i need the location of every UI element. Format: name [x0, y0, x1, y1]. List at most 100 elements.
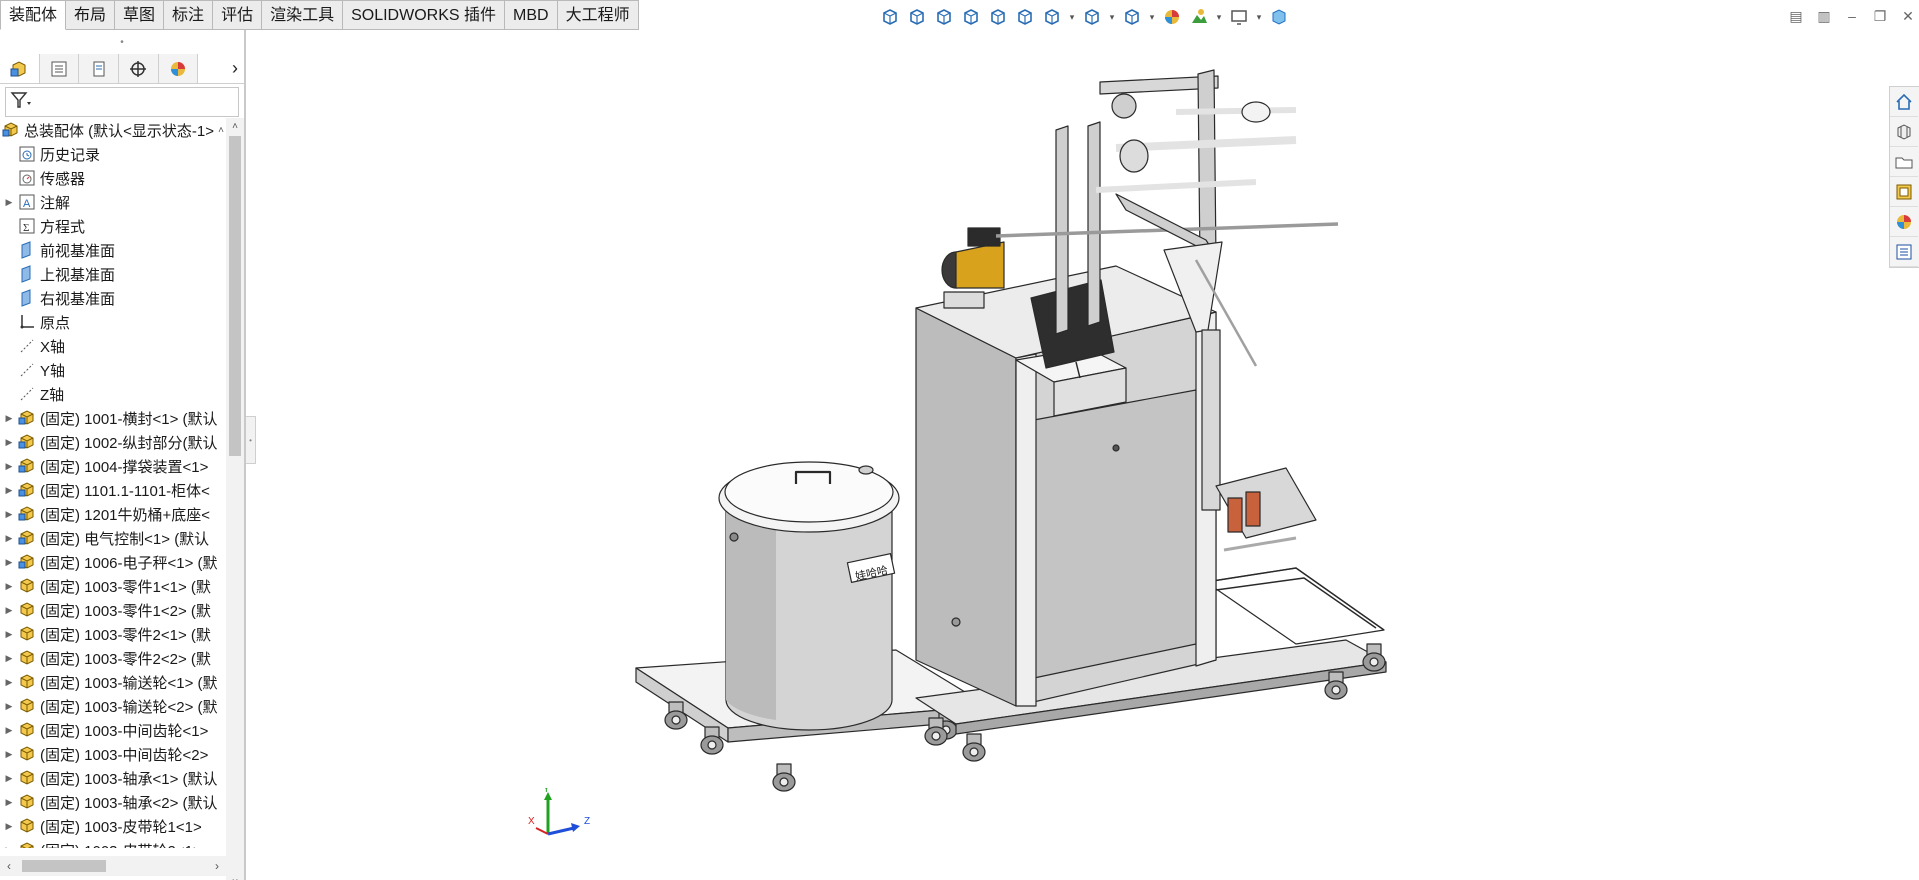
- zoom-to-area-icon[interactable]: [932, 5, 956, 29]
- tree-item[interactable]: Y轴: [0, 358, 226, 382]
- expand-arrow-icon[interactable]: ▶: [0, 413, 18, 424]
- scroll-thumb[interactable]: [229, 136, 241, 456]
- assembly-model[interactable]: 娃哈哈: [256, 30, 1886, 880]
- expand-arrow-icon[interactable]: ▶: [0, 533, 18, 544]
- scroll-thumb-horizontal[interactable]: [22, 860, 106, 872]
- tree-item[interactable]: ▶ (固定) 1002-纵封部分(默认: [0, 430, 226, 454]
- filter-icon[interactable]: [10, 90, 34, 114]
- zoom-to-fit-icon[interactable]: [905, 5, 929, 29]
- scroll-left-icon[interactable]: ‹: [0, 856, 18, 876]
- tile-right-icon[interactable]: ▥: [1813, 6, 1835, 26]
- close-icon[interactable]: ✕: [1897, 6, 1919, 26]
- tree-item[interactable]: ▶ (固定) 1003-轴承<2> (默认: [0, 790, 226, 814]
- tree-item[interactable]: ▶ (固定) 1101.1-1101-柜体<: [0, 478, 226, 502]
- tree-item[interactable]: ▶ (固定) 1003-零件1<1> (默: [0, 574, 226, 598]
- view-settings-icon[interactable]: [1227, 5, 1251, 29]
- tree-item[interactable]: ▶ (固定) 1003-输送轮<2> (默: [0, 694, 226, 718]
- tree-item[interactable]: 右视基准面: [0, 286, 226, 310]
- restore-icon[interactable]: ❐: [1869, 6, 1891, 26]
- tree-root[interactable]: 总装配体 (默认<显示状态-1> ˄: [0, 118, 226, 142]
- tree-item[interactable]: 上视基准面: [0, 262, 226, 286]
- dropdown-caret-icon[interactable]: ▾: [1067, 5, 1077, 29]
- apply-scene-icon[interactable]: [1187, 5, 1211, 29]
- collapse-caret-icon[interactable]: ˄: [218, 125, 226, 136]
- more-tabs-chevron-icon[interactable]: ›: [198, 54, 244, 83]
- expand-arrow-icon[interactable]: ▶: [0, 725, 18, 736]
- tree-item[interactable]: Σ 方程式: [0, 214, 226, 238]
- view-palette-icon[interactable]: [1890, 177, 1918, 207]
- expand-arrow-icon[interactable]: ▶: [0, 509, 18, 520]
- tree-item[interactable]: ▶ (固定) 1003-中间齿轮<2>: [0, 742, 226, 766]
- expand-arrow-icon[interactable]: ▶: [0, 557, 18, 568]
- panel-splitter[interactable]: •: [246, 416, 256, 464]
- tab-7[interactable]: MBD: [505, 0, 558, 30]
- dynamic-annotation-icon[interactable]: [1013, 5, 1037, 29]
- tree-item[interactable]: 历史记录: [0, 142, 226, 166]
- expand-arrow-icon[interactable]: ▶: [0, 845, 18, 849]
- expand-arrow-icon[interactable]: ▶: [0, 581, 18, 592]
- tree-item[interactable]: Z轴: [0, 382, 226, 406]
- scroll-up-icon[interactable]: ˄: [226, 118, 244, 134]
- expand-arrow-icon[interactable]: ▶: [0, 605, 18, 616]
- tab-5[interactable]: 渲染工具: [262, 0, 344, 30]
- section-view-icon[interactable]: [986, 5, 1010, 29]
- tree-item[interactable]: ▶ (固定) 电气控制<1> (默认: [0, 526, 226, 550]
- tree-item[interactable]: ▶ (固定) 1003-零件2<1> (默: [0, 622, 226, 646]
- configuration-manager-icon[interactable]: [79, 54, 120, 83]
- expand-arrow-icon[interactable]: ▶: [0, 773, 18, 784]
- tab-1[interactable]: 布局: [66, 0, 116, 30]
- tree-item[interactable]: ▶ (固定) 1003-皮带轮1<1>: [0, 814, 226, 838]
- file-explorer-icon[interactable]: [1890, 147, 1918, 177]
- tree-vertical-scrollbar[interactable]: ˄ ˅: [226, 118, 244, 880]
- tree-item[interactable]: ▶ (固定) 1003-零件1<2> (默: [0, 598, 226, 622]
- dropdown-caret-icon[interactable]: ▾: [1254, 5, 1264, 29]
- tree-item[interactable]: ▶ (固定) 1003-零件2<2> (默: [0, 646, 226, 670]
- tree-item[interactable]: ▶ A 注解: [0, 190, 226, 214]
- expand-arrow-icon[interactable]: ▶: [0, 749, 18, 760]
- tree-item[interactable]: ▶ (固定) 1004-撑袋装置<1>: [0, 454, 226, 478]
- tab-8[interactable]: 大工程师: [557, 0, 639, 30]
- dimxpert-icon[interactable]: [119, 54, 159, 83]
- dropdown-caret-icon[interactable]: ▾: [1147, 5, 1157, 29]
- property-manager-icon[interactable]: [39, 54, 80, 83]
- display-manager-icon[interactable]: [158, 54, 199, 83]
- tree-item[interactable]: 原点: [0, 310, 226, 334]
- tree-item[interactable]: ▶ (固定) 1201牛奶桶+底座<: [0, 502, 226, 526]
- dropdown-caret-icon[interactable]: ▾: [1214, 5, 1224, 29]
- tree-item[interactable]: ▶ (固定) 1006-电子秤<1> (默: [0, 550, 226, 574]
- expand-arrow-icon[interactable]: ▶: [0, 485, 18, 496]
- display-style-icon[interactable]: [1080, 5, 1104, 29]
- tree-item[interactable]: 前视基准面: [0, 238, 226, 262]
- appearances-icon[interactable]: [1890, 207, 1918, 237]
- design-library-icon[interactable]: [1890, 117, 1918, 147]
- view-orientation-icon[interactable]: [878, 5, 902, 29]
- tree-item[interactable]: X轴: [0, 334, 226, 358]
- expand-arrow-icon[interactable]: ▶: [0, 653, 18, 664]
- dropdown-caret-icon[interactable]: ▾: [1107, 5, 1117, 29]
- tab-2[interactable]: 草图: [115, 0, 165, 30]
- expand-arrow-icon[interactable]: ▶: [0, 437, 18, 448]
- tab-3[interactable]: 标注: [164, 0, 214, 30]
- tree-item[interactable]: ▶ (固定) 1003-皮带轮2<1>: [0, 838, 226, 848]
- tree-filter[interactable]: [5, 87, 239, 117]
- tree-item[interactable]: 传感器: [0, 166, 226, 190]
- expand-arrow-icon[interactable]: ▶: [0, 821, 18, 832]
- view-orientation-box-icon[interactable]: [1040, 5, 1064, 29]
- tile-left-icon[interactable]: ▤: [1785, 6, 1807, 26]
- tree-horizontal-scrollbar[interactable]: ‹ ›: [0, 856, 226, 876]
- edit-appearance-icon[interactable]: [1160, 5, 1184, 29]
- home-icon[interactable]: [1890, 87, 1918, 117]
- tree-item[interactable]: ▶ (固定) 1003-轴承<1> (默认: [0, 766, 226, 790]
- tree-item[interactable]: ▶ (固定) 1001-横封<1> (默认: [0, 406, 226, 430]
- hide-show-icon[interactable]: [1120, 5, 1144, 29]
- expand-arrow-icon[interactable]: ▶: [0, 461, 18, 472]
- expand-arrow-icon[interactable]: ▶: [0, 797, 18, 808]
- tree-item[interactable]: ▶ (固定) 1003-中间齿轮<1>: [0, 718, 226, 742]
- feature-manager-icon[interactable]: [0, 54, 40, 83]
- expand-arrow-icon[interactable]: ▶: [0, 629, 18, 640]
- graphics-area[interactable]: 娃哈哈 Y Z X: [256, 30, 1886, 880]
- previous-view-icon[interactable]: [959, 5, 983, 29]
- expand-arrow-icon[interactable]: ▶: [0, 701, 18, 712]
- expand-arrow-icon[interactable]: ▶: [0, 197, 18, 208]
- panel-grip-handle[interactable]: •: [0, 30, 244, 54]
